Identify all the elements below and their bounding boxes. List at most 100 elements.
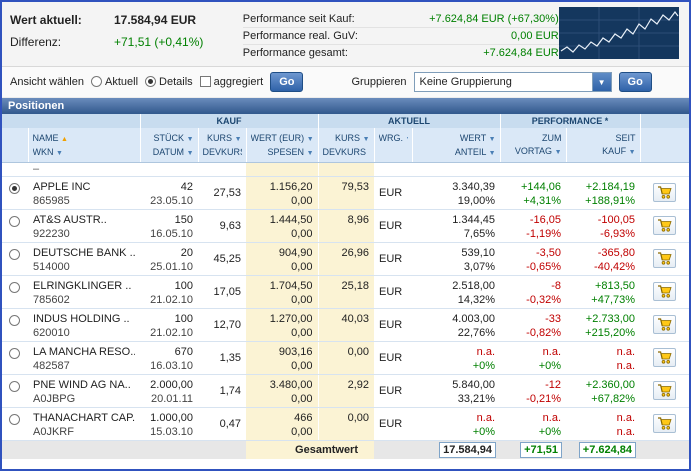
position-wkn: 922230	[33, 227, 135, 241]
sort-icon[interactable]: ▼	[555, 149, 562, 156]
row-select-radio[interactable]	[9, 282, 20, 293]
column-header-wrg[interactable]: WRG. ▼	[374, 128, 412, 162]
column-header-kurs-aktuell[interactable]: KURS ▼ DEVKURS ▼	[318, 128, 374, 162]
column-header-wert-anteil[interactable]: WERT ▼ ANTEIL ▼	[412, 128, 500, 162]
order-cart-button[interactable]	[653, 414, 676, 433]
sort-icon[interactable]: ▼	[235, 136, 242, 143]
position-kurs-aktuell: 2,92	[324, 378, 370, 392]
radio-details[interactable]: Details	[145, 76, 193, 88]
position-row: LA MANCHA RESO.. 482587 670 16.03.10 1,3…	[2, 341, 689, 374]
order-cart-button[interactable]	[653, 282, 676, 301]
position-kurs-kauf: 45,25	[203, 252, 241, 266]
column-header-name[interactable]: NAME ▲ WKN ▼	[28, 128, 140, 162]
chevron-down-icon[interactable]: ▼	[592, 73, 611, 91]
radio-aktuell[interactable]: Aktuell	[91, 76, 138, 88]
order-cart-button[interactable]	[653, 348, 676, 367]
differenz-label: Differenz:	[10, 35, 114, 57]
column-header-cart	[640, 128, 689, 162]
position-wert: 5.840,00	[417, 378, 495, 392]
summary-header: Wert aktuell: 17.584,94 EUR Differenz: +…	[2, 2, 689, 67]
position-stueck: 100	[145, 279, 193, 293]
position-waehrung: EUR	[379, 384, 407, 398]
sort-icon[interactable]: ▼	[489, 136, 496, 143]
radio-details-circle[interactable]	[145, 76, 156, 87]
sort-icon[interactable]: ▼	[489, 150, 496, 157]
position-vortag-abs: n.a.	[505, 411, 561, 425]
position-kurs-kauf: 17,05	[203, 285, 241, 299]
position-wert: n.a.	[417, 345, 495, 359]
group-empty-end	[640, 114, 689, 128]
row-select-radio[interactable]	[9, 249, 20, 260]
cart-icon	[657, 252, 672, 265]
checkbox-aggregiert[interactable]: aggregiert	[200, 76, 264, 88]
position-wkn: 865985	[33, 194, 135, 208]
position-seit-kauf-abs: n.a.	[571, 345, 635, 359]
gruppierung-select[interactable]: Keine Gruppierung ▼	[414, 72, 612, 92]
perf-gesamt-label: Performance gesamt:	[243, 47, 389, 59]
position-spesen: 0,00	[251, 425, 313, 439]
position-kurs-kauf: 12,70	[203, 318, 241, 332]
order-cart-button[interactable]	[653, 381, 676, 400]
column-header-zum-vortag[interactable]: ZUM VORTAG ▼	[500, 128, 566, 162]
position-name: LA MANCHA RESO..	[33, 345, 135, 359]
sort-icon[interactable]: ▼	[56, 150, 63, 157]
sort-icon[interactable]: ▼	[307, 150, 314, 157]
row-select-radio[interactable]	[9, 348, 20, 359]
view-go-button[interactable]: Go	[270, 72, 303, 92]
column-header-wert-spesen[interactable]: WERT (EUR) ▼ SPESEN ▼	[246, 128, 318, 162]
radio-aktuell-circle[interactable]	[91, 76, 102, 87]
position-wert-kauf: 903,16	[251, 345, 313, 359]
position-kurs-aktuell: 0,00	[324, 411, 370, 425]
order-cart-button[interactable]	[653, 216, 676, 235]
position-datum: 20.01.11	[145, 392, 193, 406]
checkbox-aggregiert-box[interactable]	[200, 76, 211, 87]
column-header-seit-kauf[interactable]: SEIT KAUF ▼	[566, 128, 640, 162]
sort-icon[interactable]: ▼	[369, 150, 370, 157]
position-spesen: 0,00	[251, 260, 313, 274]
perf-real-guv-value: 0,00 EUR	[389, 30, 559, 42]
position-seit-kauf-abs: -100,05	[571, 213, 635, 227]
group-kauf: KAUF	[140, 114, 318, 128]
position-anteil: 33,21%	[417, 392, 495, 406]
sort-icon[interactable]: ▼	[363, 136, 370, 143]
position-wert: 4.003,00	[417, 312, 495, 326]
row-select-radio[interactable]	[9, 216, 20, 227]
sort-icon[interactable]: ▼	[629, 149, 636, 156]
position-wert-kauf: 1.270,00	[251, 312, 313, 326]
position-stueck: 100	[145, 312, 193, 326]
sort-icon[interactable]: ▼	[187, 150, 194, 157]
gesamtwert-value: 17.584,94	[439, 442, 496, 458]
order-cart-button[interactable]	[653, 249, 676, 268]
position-vortag-pct: -0,21%	[505, 392, 561, 406]
position-kurs-kauf: 0,47	[203, 417, 241, 431]
sort-icon[interactable]: ▼	[406, 136, 408, 143]
row-select-radio[interactable]	[9, 315, 20, 326]
position-name: PNE WIND AG NA..	[33, 378, 135, 392]
row-select-radio[interactable]	[9, 414, 20, 425]
position-datum: 16.05.10	[145, 227, 193, 241]
position-spesen: 0,00	[251, 326, 313, 340]
row-select-radio[interactable]	[9, 183, 20, 194]
position-wert-kauf: 3.480,00	[251, 378, 313, 392]
sort-asc-active-icon[interactable]: ▲	[61, 136, 68, 143]
sort-icon[interactable]: ▼	[187, 136, 194, 143]
perf-seit-kauf-value: +7.624,84 EUR (+67,30%)	[389, 13, 559, 25]
position-wert-kauf: 1.704,50	[251, 279, 313, 293]
order-cart-button[interactable]	[653, 315, 676, 334]
positions-table: KAUF AKTUELL PERFORMANCE * NAME ▲ WKN ▼ …	[2, 114, 689, 459]
gruppieren-go-button[interactable]: Go	[619, 72, 652, 92]
sort-icon[interactable]: ▼	[307, 136, 314, 143]
column-header-kurs-kauf[interactable]: KURS ▼ DEVKURS ▼	[198, 128, 246, 162]
column-header-stueck-datum[interactable]: STÜCK ▼ DATUM ▼	[140, 128, 198, 162]
position-vortag-pct: +0%	[505, 359, 561, 373]
radio-details-label: Details	[159, 76, 193, 88]
order-cart-button[interactable]	[653, 183, 676, 202]
position-anteil: 19,00%	[417, 194, 495, 208]
position-datum: 15.03.10	[145, 425, 193, 439]
position-anteil: +0%	[417, 359, 495, 373]
position-wert: 1.344,45	[417, 213, 495, 227]
position-stueck: 20	[145, 246, 193, 260]
row-select-radio[interactable]	[9, 381, 20, 392]
position-waehrung: EUR	[379, 219, 407, 233]
position-seit-kauf-abs: +2.184,19	[571, 180, 635, 194]
